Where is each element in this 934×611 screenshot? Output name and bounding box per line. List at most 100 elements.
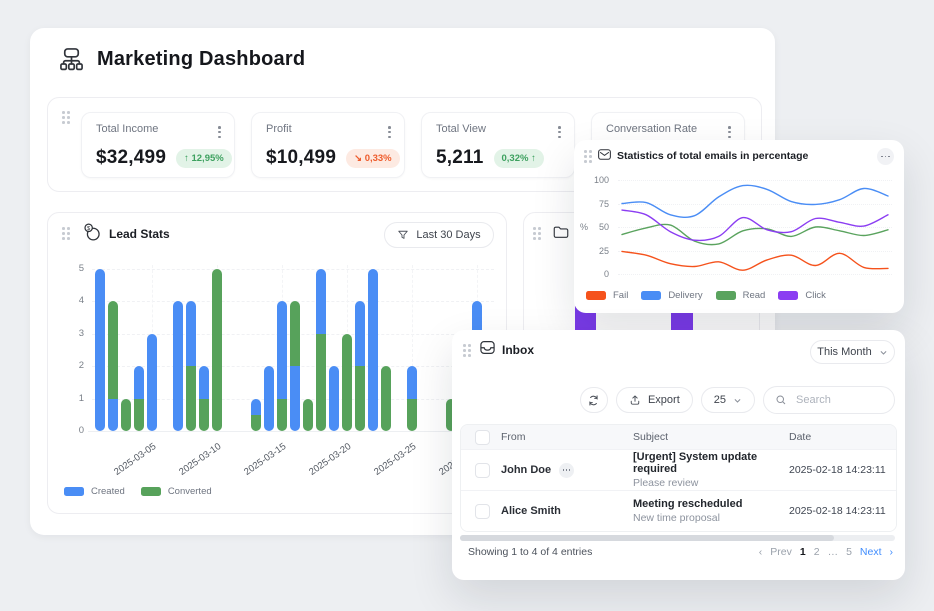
lead-chart-bar [212,269,222,432]
bar-segment-created [355,301,365,366]
line-series-fail [622,251,888,270]
stat-card-value: $10,499 [266,147,336,169]
subject-title: Meeting rescheduled [633,498,789,510]
drag-handle[interactable] [533,227,541,240]
scrollbar-thumb[interactable] [460,535,834,541]
legend-item-created: Created [64,486,125,497]
pagination-prev[interactable]: Prev [770,546,792,558]
pagination--[interactable]: › [890,546,894,558]
y-axis-tick-label: 2 [62,360,84,371]
column-header-subject: Subject [633,431,789,443]
chevron-down-icon [733,396,742,405]
stat-card-label: Total Income [96,123,158,135]
email-line-chart: 0255075100 [574,140,904,313]
row-checkbox[interactable] [475,504,490,519]
pagination-5[interactable]: 5 [846,546,852,558]
sitemap-icon [58,46,85,73]
cell-from: Alice Smith [501,505,633,517]
bar-segment-converted [134,399,144,432]
y-axis-tick-label: 1 [62,393,84,404]
email-stats-legend: FailDeliveryReadClick [586,290,826,301]
lead-chart-bar [199,366,209,431]
export-icon [629,394,641,406]
select-all-checkbox[interactable] [475,430,490,445]
period-dropdown[interactable]: This Month [810,340,895,364]
page-title: Marketing Dashboard [97,48,305,71]
stat-card-profit: Profit $10,499 ↘ 0,33% [251,112,405,178]
bar-segment-created [407,366,417,399]
pagination--[interactable]: … [828,546,839,558]
bar-segment-created [199,366,209,399]
x-axis-tick-label: 2025-03-10 [166,441,223,486]
drag-handle[interactable] [62,111,70,124]
legend-label: Fail [613,290,628,301]
column-header-date: Date [789,431,896,443]
period-dropdown-label: This Month [817,346,871,358]
bar-segment-created [147,334,157,432]
bar-segment-converted [355,366,365,431]
pagination-1[interactable]: 1 [800,546,806,558]
lead-chart-bar [342,334,352,432]
table-row[interactable]: John Doe[Urgent] System update requiredP… [461,449,896,490]
pagination: ‹ Prev 12 … 5 Next › [759,546,893,558]
stat-trend-badge: ↘ 0,33% [346,149,400,168]
export-button[interactable]: Export [616,387,693,413]
legend-swatch [64,487,84,496]
legend-swatch [586,291,606,300]
page-size-value: 25 [714,394,726,406]
x-axis-tick-label: 2025-03-05 [101,441,158,486]
pagination-next[interactable]: Next [860,546,882,558]
lead-chart-bar [121,399,131,432]
table-row[interactable]: Alice SmithMeeting rescheduled New time p… [461,490,896,531]
legend-item-converted: Converted [141,486,212,497]
lead-chart-bar [277,301,287,431]
bar-segment-converted [199,399,209,432]
y-axis-tick-label: 75 [587,199,609,209]
lead-chart-bar [368,269,378,432]
stat-trend-badge: 0,32% ↑ [494,149,544,168]
lead-chart-bar [186,301,196,431]
app-header: Marketing Dashboard [58,46,305,73]
subject-preview: Please review [633,477,789,489]
bar-segment-converted [316,334,326,432]
kebab-menu-icon[interactable] [555,123,564,141]
drag-handle[interactable] [463,344,471,357]
row-ellipsis-badge[interactable] [559,463,574,478]
legend-item-read: Read [716,290,766,301]
page-size-dropdown[interactable]: 25 [701,387,755,413]
bar-segment-converted [277,399,287,432]
stat-card-label: Profit [266,123,292,135]
legend-item-delivery: Delivery [641,290,702,301]
bar-segment-converted [121,399,131,432]
stat-card-total-view: Total View5,2110,32% ↑ [421,112,575,178]
column-header-from: From [501,431,633,443]
refresh-button[interactable] [580,387,608,413]
kebab-menu-icon[interactable] [725,123,734,141]
horizontal-scrollbar [460,535,895,541]
bar-segment-converted [290,301,300,366]
legend-item-fail: Fail [586,290,628,301]
pagination-2[interactable]: 2 [814,546,820,558]
y-axis-tick-label: 5 [62,263,84,274]
pagination--[interactable]: ‹ [759,546,763,558]
lead-chart-bar [251,399,261,432]
bar-segment-converted [407,399,417,432]
search-input[interactable] [794,393,878,407]
bar-segment-created [186,301,196,366]
x-axis-tick-label: 2025-03-25 [361,441,418,486]
inbox-footer: Showing 1 to 4 of 4 entries ‹ Prev 12 … 5 Nex… [468,546,893,558]
y-axis-tick-label: 0 [62,425,84,436]
bar-segment-converted [251,415,261,431]
bar-segment-created [329,366,339,431]
kebab-menu-icon[interactable] [385,123,394,141]
stat-card-label: Total View [436,123,486,135]
inbox-panel: Inbox This Month Export [452,330,905,580]
entries-summary: Showing 1 to 4 of 4 entries [468,546,592,558]
stat-card-value: $32,499 [96,147,166,169]
kebab-menu-icon[interactable] [215,123,224,141]
search-box [763,386,895,414]
row-checkbox[interactable] [475,463,490,478]
y-axis-tick-label: 3 [62,328,84,339]
bar-segment-created [173,301,183,431]
subject-preview: New time proposal [633,512,789,524]
